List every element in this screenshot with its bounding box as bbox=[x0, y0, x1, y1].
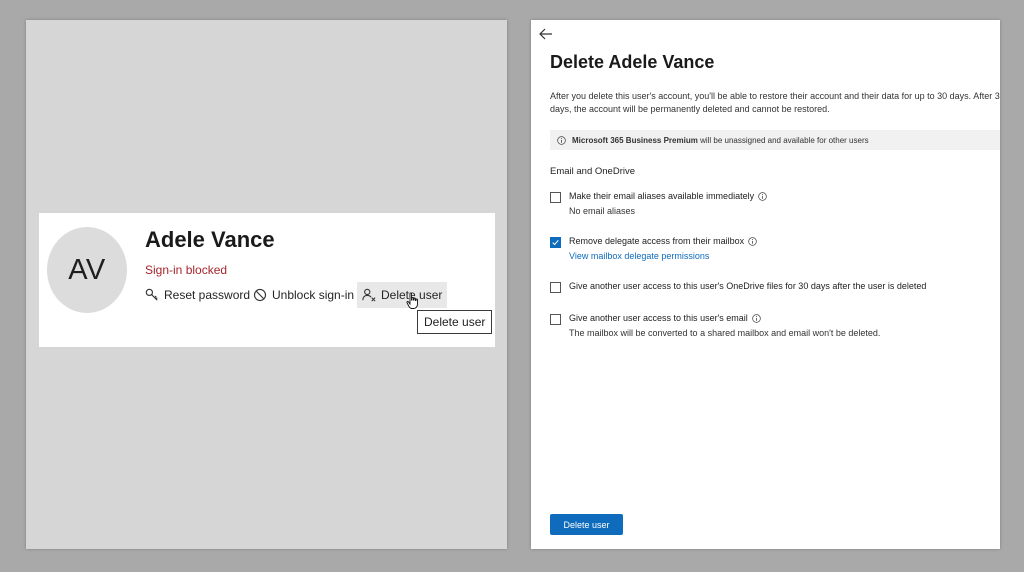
user-name: Adele Vance bbox=[145, 227, 275, 252]
checkmark-icon bbox=[552, 239, 559, 246]
key-icon bbox=[145, 288, 158, 301]
user-card: AV Adele Vance Sign-in blocked Reset pas… bbox=[39, 213, 495, 347]
onedrive-access-checkbox[interactable] bbox=[550, 282, 561, 293]
section-heading: Email and OneDrive bbox=[550, 166, 636, 177]
back-arrow-icon[interactable] bbox=[537, 26, 555, 42]
reset-password-label: Reset password bbox=[164, 288, 251, 302]
view-delegate-permissions-link[interactable]: View mailbox delegate permissions bbox=[569, 251, 709, 261]
block-icon bbox=[253, 288, 267, 302]
unblock-signin-button[interactable]: Unblock sign-in bbox=[248, 282, 359, 308]
email-aliases-subtext: No email aliases bbox=[569, 206, 636, 216]
dialog-description: After you delete this user's account, yo… bbox=[550, 91, 1000, 114]
email-aliases-checkbox[interactable] bbox=[550, 192, 561, 203]
license-info-banner: Microsoft 365 Business Premium will be u… bbox=[550, 130, 1000, 150]
license-message: will be unassigned and available for oth… bbox=[700, 135, 869, 145]
delete-user-dialog: Delete Adele Vance After you delete this… bbox=[531, 20, 1000, 549]
email-access-checkbox[interactable] bbox=[550, 314, 561, 325]
info-icon bbox=[557, 135, 566, 145]
delete-user-submit-button[interactable]: Delete user bbox=[550, 514, 623, 535]
delete-user-button[interactable]: Delete user bbox=[357, 282, 448, 308]
status-text: Sign-in blocked bbox=[145, 263, 228, 277]
delegate-access-checkbox[interactable] bbox=[550, 237, 561, 248]
email-access-subtext: The mailbox will be converted to a share… bbox=[569, 328, 881, 338]
onedrive-access-label: Give another user access to this user's … bbox=[569, 281, 927, 291]
reset-password-button[interactable]: Reset password bbox=[140, 282, 255, 308]
hand-cursor-icon bbox=[406, 292, 418, 309]
tooltip: Delete user bbox=[417, 310, 493, 334]
email-aliases-label: Make their email aliases available immed… bbox=[569, 191, 755, 201]
user-overview-panel: AV Adele Vance Sign-in blocked Reset pas… bbox=[26, 20, 507, 549]
avatar: AV bbox=[47, 227, 127, 313]
delegate-access-label: Remove delegate access from their mailbo… bbox=[569, 236, 745, 246]
info-icon[interactable] bbox=[748, 236, 757, 246]
dialog-title: Delete Adele Vance bbox=[550, 52, 715, 72]
license-name: Microsoft 365 Business Premium bbox=[572, 135, 698, 145]
info-icon[interactable] bbox=[752, 313, 761, 323]
info-icon[interactable] bbox=[758, 191, 767, 201]
remove-person-icon bbox=[362, 288, 376, 302]
email-access-label: Give another user access to this user's … bbox=[569, 313, 748, 323]
unblock-signin-label: Unblock sign-in bbox=[272, 288, 355, 302]
